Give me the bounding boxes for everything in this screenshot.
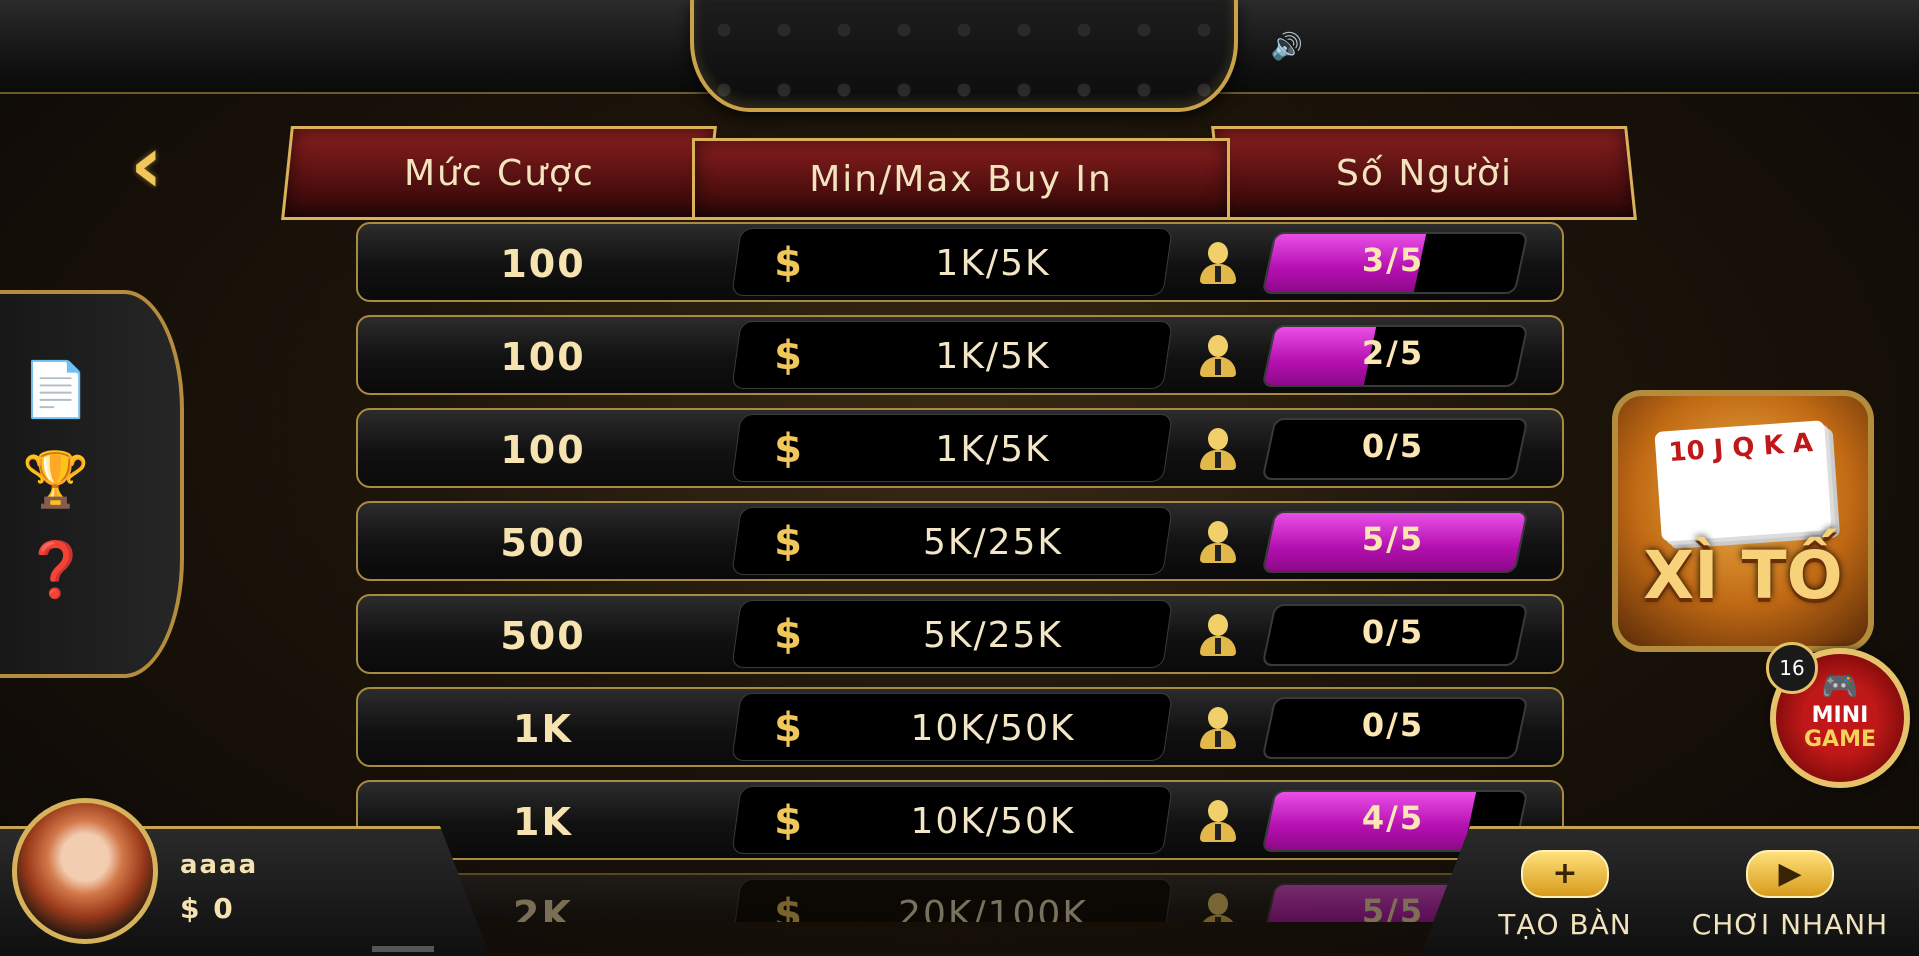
quick-play-label: CHƠI NHANH: [1691, 908, 1889, 941]
help-icon[interactable]: ❓: [20, 534, 92, 606]
seat-count: 0/5: [1361, 427, 1425, 465]
buyin-value: 1K/5K: [935, 429, 1051, 470]
create-table-button[interactable]: + TẠO BÀN: [1470, 850, 1660, 950]
buyin-value: 1K/5K: [935, 336, 1051, 377]
create-table-label: TẠO BÀN: [1498, 908, 1632, 941]
game-title: XÌ TỐ: [1643, 537, 1843, 614]
bet-value: 100: [500, 335, 586, 379]
table-row[interactable]: 100 $1K/5K 2/5: [356, 315, 1564, 395]
dollar-icon: $: [774, 426, 802, 472]
minigame-badge: 16: [1766, 642, 1818, 694]
seat-count: 3/5: [1361, 241, 1425, 279]
table-list: 100 $1K/5K 3/5 100 $1K/5K 2/5 100 $1K/5K 0/5 500 $…: [356, 222, 1564, 922]
back-arrow-icon[interactable]: ‹: [130, 125, 190, 205]
dollar-icon: $: [774, 612, 802, 658]
table-row[interactable]: 1K $10K/50K 0/5: [356, 687, 1564, 767]
dollar-icon: $: [774, 798, 802, 844]
column-header-players: Số Người: [1211, 126, 1637, 220]
column-header-bet: Mức Cược: [281, 126, 717, 220]
dollar-icon: $: [774, 333, 802, 379]
username: aaaa: [180, 850, 259, 880]
seat-count: 0/5: [1361, 613, 1425, 651]
buyin-value: 10K/50K: [910, 801, 1076, 842]
play-icon: ▶: [1746, 850, 1834, 898]
buyin-value: 5K/25K: [922, 522, 1064, 563]
avatar[interactable]: [12, 798, 158, 944]
minigame-label-1: MINI: [1811, 703, 1869, 728]
scrollbar[interactable]: [372, 946, 434, 952]
dollar-icon: $: [774, 240, 802, 286]
person-icon: [1198, 800, 1238, 844]
trophy-icon[interactable]: 🏆: [20, 444, 92, 516]
minigame-label-2: GAME: [1803, 727, 1876, 752]
side-menu: 📄 🏆 ❓: [0, 290, 184, 678]
seat-count: 0/5: [1361, 706, 1425, 744]
table-row[interactable]: 500 $5K/25K 5/5: [356, 501, 1564, 581]
header-crest: [690, 0, 1238, 112]
table-row[interactable]: 1K $10K/50K 4/5: [356, 780, 1564, 860]
dollar-icon: $: [774, 519, 802, 565]
table-row[interactable]: 100 $1K/5K 3/5: [356, 222, 1564, 302]
document-icon[interactable]: 📄: [20, 354, 92, 426]
bet-value: 500: [500, 614, 586, 658]
bet-value: 500: [500, 521, 586, 565]
person-icon: [1198, 335, 1238, 379]
sound-icon[interactable]: 🔊: [1270, 30, 1304, 64]
person-icon: [1198, 614, 1238, 658]
dollar-icon: $: [774, 705, 802, 751]
person-icon: [1198, 893, 1238, 922]
quick-play-button[interactable]: ▶ CHƠI NHANH: [1690, 850, 1890, 950]
seat-count: 2/5: [1361, 334, 1425, 372]
balance: $ 0: [180, 892, 235, 925]
bet-value: 1K: [513, 707, 573, 751]
dollar-icon: $: [774, 891, 802, 922]
table-row[interactable]: 100 $1K/5K 0/5: [356, 408, 1564, 488]
person-icon: [1198, 707, 1238, 751]
table-row[interactable]: 2K $20K/100K 5/5: [356, 873, 1564, 922]
bet-value: 100: [500, 428, 586, 472]
cards-image: 10 J Q K A: [1654, 420, 1832, 542]
bet-value: 100: [500, 242, 586, 286]
buyin-value: 5K/25K: [922, 615, 1064, 656]
buyin-value: 10K/50K: [910, 708, 1076, 749]
game-logo: 10 J Q K A XÌ TỐ: [1612, 390, 1874, 652]
seat-count: 5/5: [1361, 520, 1425, 558]
person-icon: [1198, 521, 1238, 565]
person-icon: [1198, 428, 1238, 472]
person-icon: [1198, 242, 1238, 286]
plus-icon: +: [1521, 850, 1609, 898]
buyin-value: 20K/100K: [898, 894, 1088, 922]
buyin-value: 1K/5K: [935, 243, 1051, 284]
table-row[interactable]: 500 $5K/25K 0/5: [356, 594, 1564, 674]
column-header-buyin: Min/Max Buy In: [692, 138, 1230, 220]
